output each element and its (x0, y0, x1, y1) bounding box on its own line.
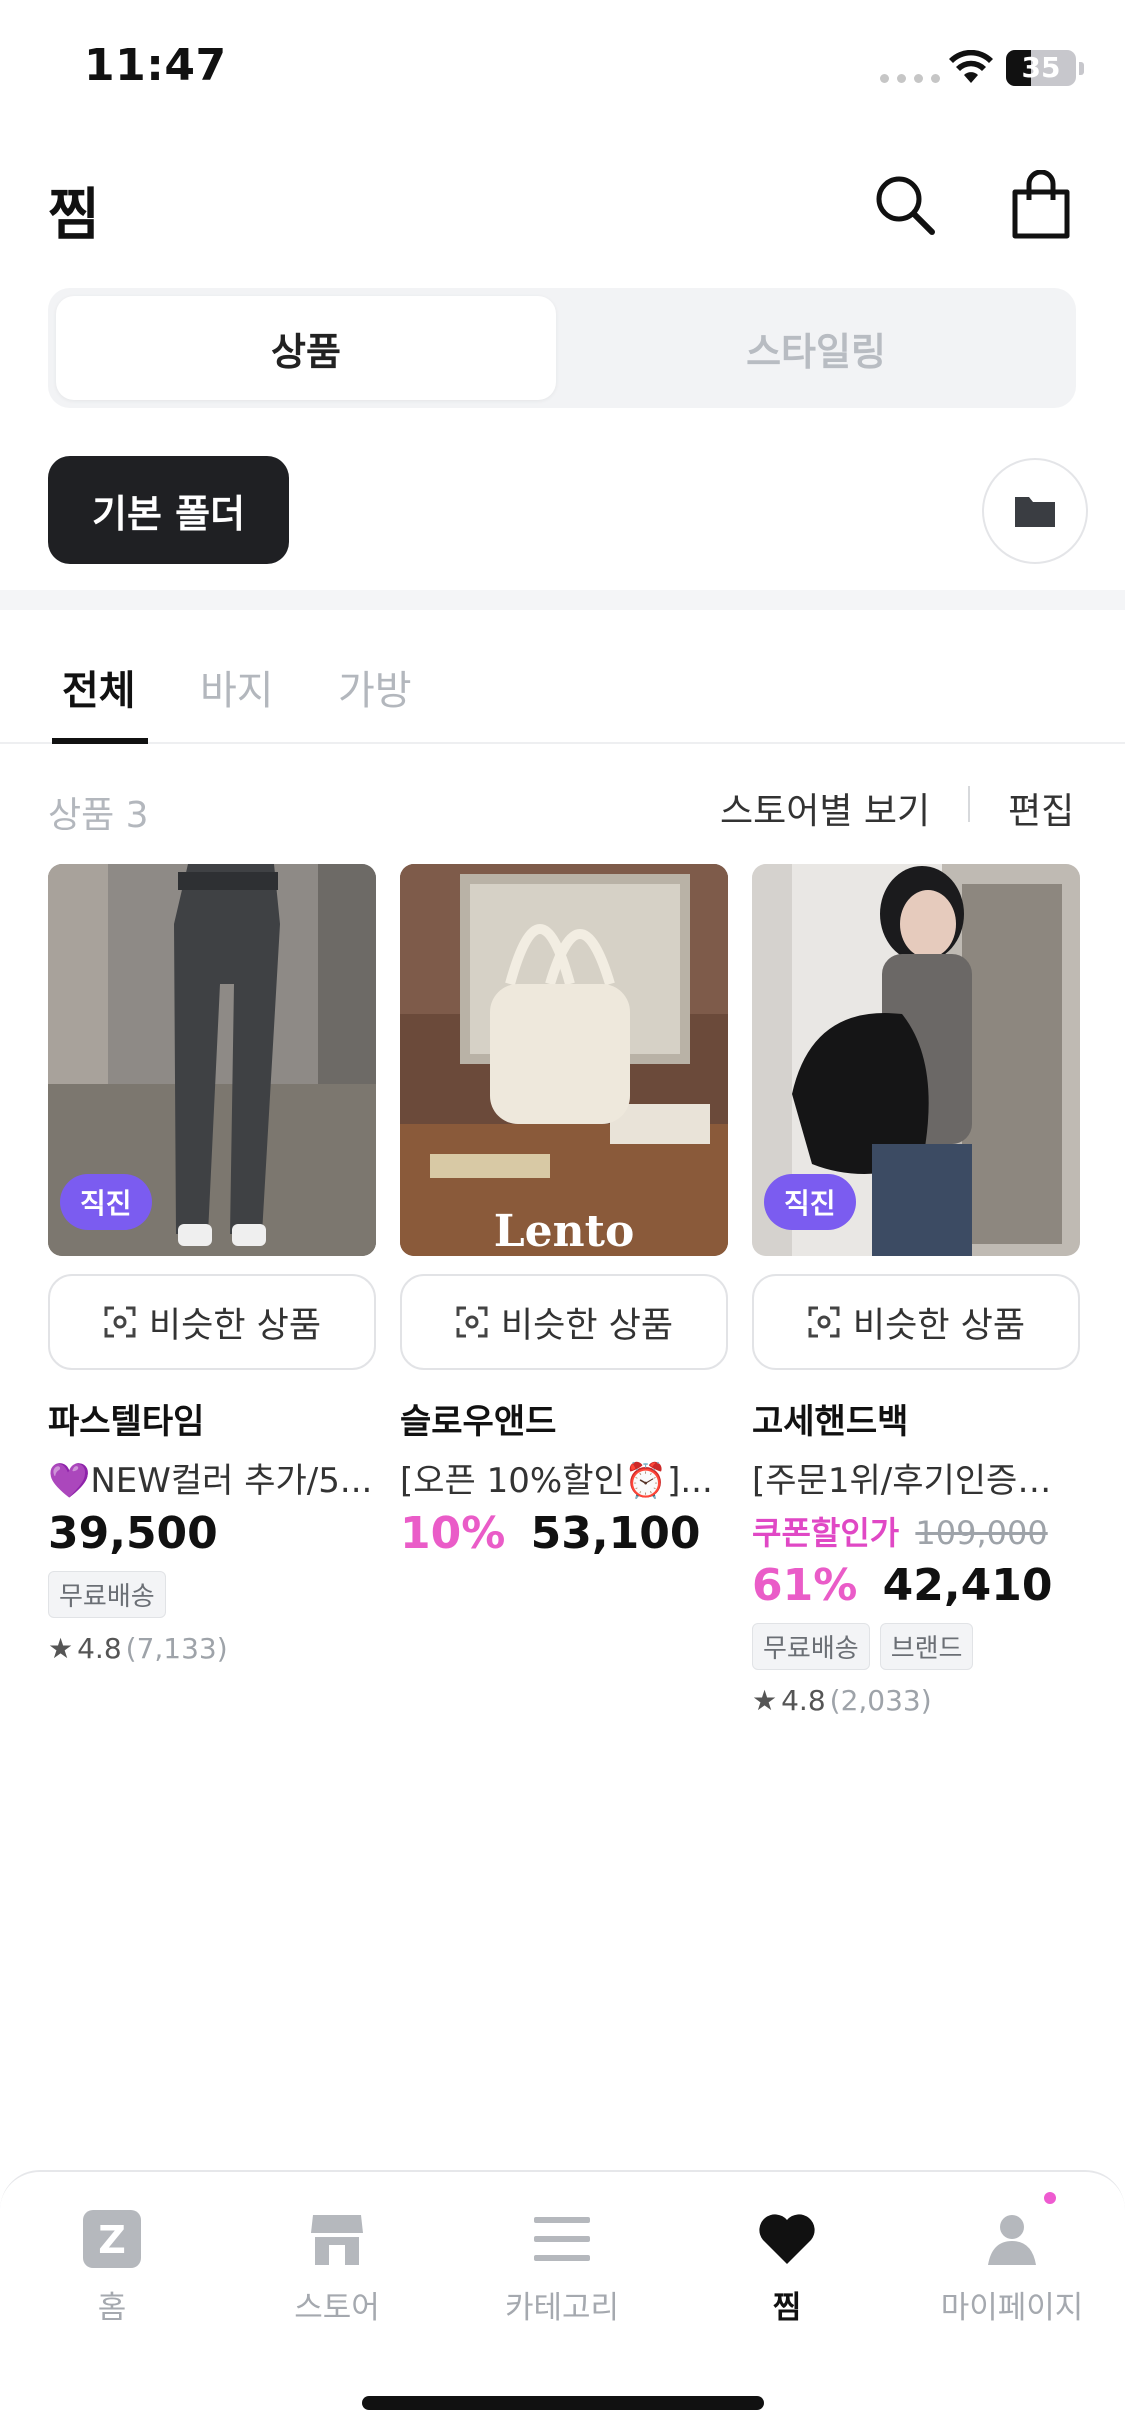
rating-count: (2,033) (829, 1684, 932, 1717)
product-name: [오픈 10%할인⏰]... (400, 1461, 713, 1501)
product-price: 53,100 (530, 1508, 701, 1559)
free-shipping-tag: 무료배송 (48, 1571, 166, 1618)
free-shipping-tag: 무료배송 (752, 1623, 870, 1670)
z-logo-icon: Z (83, 2210, 141, 2268)
similar-products-button[interactable]: 비슷한 상품 (752, 1274, 1080, 1370)
store-view-button[interactable]: 스토어별 보기 (720, 782, 930, 834)
similar-products-label: 비슷한 상품 (500, 1305, 674, 1346)
discount-rate: 61% (752, 1560, 858, 1611)
similar-products-button[interactable]: 비슷한 상품 (48, 1274, 376, 1370)
product-card[interactable]: 직진 비슷한 상품 파스텔타임 💜NEW컬러 추가/5... 39,500 무료… (48, 864, 376, 1665)
product-image-bag[interactable]: Lento (400, 864, 728, 1256)
brand-tag: 브랜드 (879, 1623, 974, 1670)
product-count: 상품 3 (48, 795, 149, 836)
nav-category-label: 카테고리 (504, 2290, 620, 2326)
price-row: 10% 53,100 (400, 1508, 728, 1559)
search-icon[interactable] (872, 172, 938, 238)
store-icon (311, 2215, 363, 2265)
similar-products-label: 비슷한 상품 (852, 1305, 1026, 1346)
coupon-price-row: 쿠폰할인가 109,000 (752, 1508, 1080, 1554)
section-divider (0, 590, 1125, 610)
nav-mypage-label: 마이페이지 (940, 2290, 1084, 2326)
page-title: 찜 (48, 183, 100, 248)
wishlist-page: 11:47 35 찜 상품 스타일링 기본 폴더 전체 바지 가방 상품 3 스… (0, 0, 1125, 2436)
lento-logo-text: Lento (494, 1206, 635, 1256)
product-brand: 고세핸드백 (752, 1402, 909, 1442)
status-bar: 11:47 35 (0, 0, 1125, 140)
tag-list: 무료배송 브랜드 (752, 1623, 1080, 1670)
shopping-bag-icon[interactable] (1010, 170, 1072, 240)
scan-icon (808, 1306, 840, 1338)
tab-pants[interactable]: 바지 (200, 658, 274, 716)
notification-dot (1044, 2192, 1056, 2204)
product-brand: 슬로우앤드 (400, 1402, 557, 1442)
svg-text:Z: Z (98, 2218, 126, 2262)
nav-wishlist[interactable]: 찜 (687, 2208, 887, 2327)
product-image-handbag[interactable]: 직진 (752, 864, 1080, 1256)
direct-badge: 직진 (60, 1174, 152, 1230)
status-time: 11:47 (84, 40, 227, 91)
similar-products-label: 비슷한 상품 (148, 1305, 322, 1346)
battery-tip (1079, 62, 1084, 75)
folder-button[interactable] (982, 458, 1088, 564)
nav-mypage[interactable]: 마이페이지 (912, 2208, 1112, 2327)
toolbar-divider (968, 786, 970, 822)
segmented-control: 상품 스타일링 (48, 288, 1076, 408)
person-icon (988, 2215, 1036, 2265)
edit-button[interactable]: 편집 (1008, 782, 1074, 834)
price-row: 39,500 (48, 1508, 376, 1559)
product-price: 42,410 (882, 1560, 1053, 1611)
tab-all[interactable]: 전체 (62, 658, 136, 716)
original-price: 109,000 (915, 1514, 1048, 1552)
category-tabs: 전체 바지 가방 (0, 610, 1125, 744)
segment-products[interactable]: 상품 (56, 296, 556, 400)
menu-icon (534, 2217, 590, 2261)
rating: ★ 4.8 (2,033) (752, 1684, 1080, 1717)
tag-list: 무료배송 (48, 1571, 376, 1618)
bag-photo: Lento (400, 864, 728, 1256)
product-card[interactable]: 직진 비슷한 상품 고세핸드백 [주문1위/후기인증템... 쿠폰할인가 109… (752, 864, 1080, 1717)
nav-store[interactable]: 스토어 (237, 2208, 437, 2327)
rating: ★ 4.8 (7,133) (48, 1632, 376, 1665)
rating-count: (7,133) (125, 1632, 228, 1665)
price-row: 61% 42,410 (752, 1560, 1080, 1611)
nav-store-label: 스토어 (294, 2290, 380, 2326)
star-icon: ★ (48, 1632, 74, 1665)
tab-indicator (52, 738, 148, 744)
discount-rate: 10% (400, 1508, 506, 1559)
battery-icon: 35 (1006, 50, 1076, 86)
nav-home[interactable]: Z 홈 (12, 2208, 212, 2327)
cellular-signal-icon (880, 74, 940, 83)
product-price: 39,500 (48, 1508, 218, 1559)
nav-category[interactable]: 카테고리 (462, 2208, 662, 2327)
folder-icon (1015, 497, 1055, 527)
heart-icon (759, 2214, 815, 2264)
product-name: 💜NEW컬러 추가/5... (48, 1461, 373, 1501)
battery-level: 35 (1021, 51, 1061, 84)
wifi-icon (949, 50, 993, 83)
tab-bags[interactable]: 가방 (338, 658, 412, 716)
product-card[interactable]: Lento 비슷한 상품 슬로우앤드 [오픈 10%할인⏰]... 10% 53… (400, 864, 728, 1559)
rating-value: 4.8 (781, 1684, 826, 1717)
default-folder-chip[interactable]: 기본 폴더 (48, 456, 290, 564)
product-name: [주문1위/후기인증템... (752, 1461, 1080, 1501)
product-image-jeans[interactable]: 직진 (48, 864, 376, 1256)
scan-icon (456, 1306, 488, 1338)
nav-wishlist-label: 찜 (772, 2290, 802, 2326)
star-icon: ★ (752, 1684, 778, 1717)
direct-badge: 직진 (764, 1174, 856, 1230)
segment-styling[interactable]: 스타일링 (566, 296, 1066, 400)
rating-value: 4.8 (77, 1632, 122, 1665)
product-brand: 파스텔타임 (48, 1402, 205, 1442)
home-indicator (362, 2396, 764, 2410)
scan-icon (104, 1306, 136, 1338)
similar-products-button[interactable]: 비슷한 상품 (400, 1274, 728, 1370)
coupon-label: 쿠폰할인가 (752, 1514, 900, 1552)
nav-home-label: 홈 (97, 2290, 127, 2326)
